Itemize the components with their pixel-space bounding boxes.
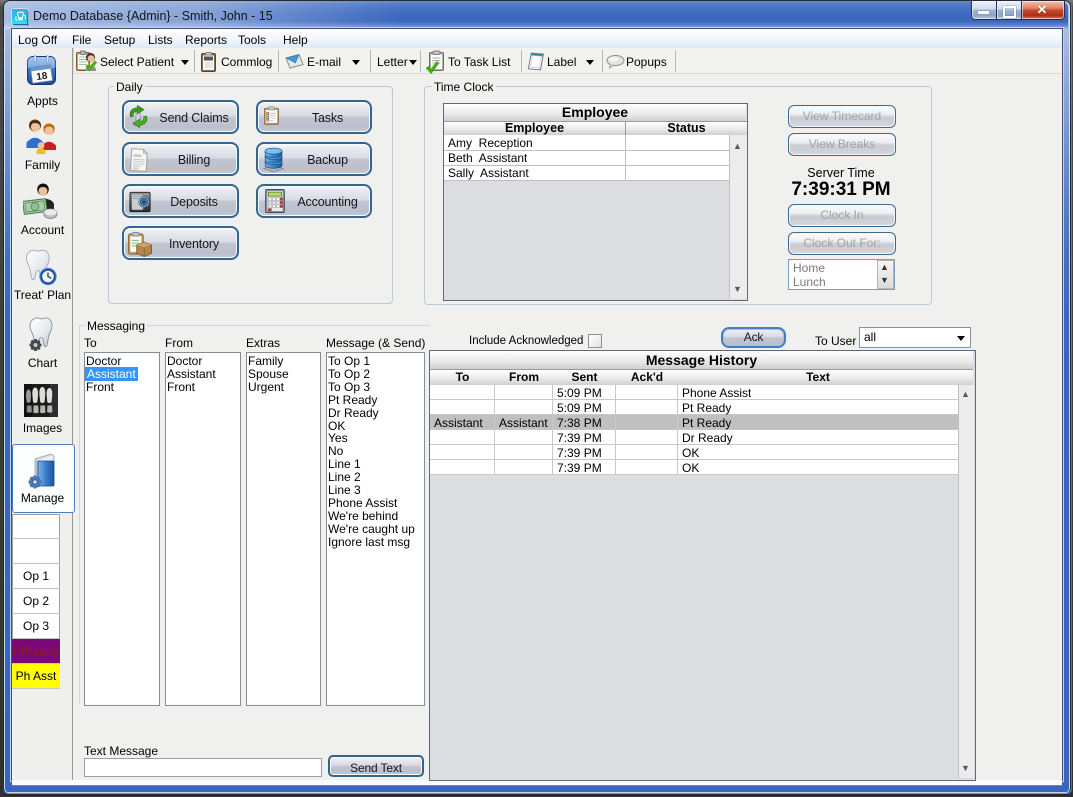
svg-text:18: 18 (36, 71, 49, 84)
